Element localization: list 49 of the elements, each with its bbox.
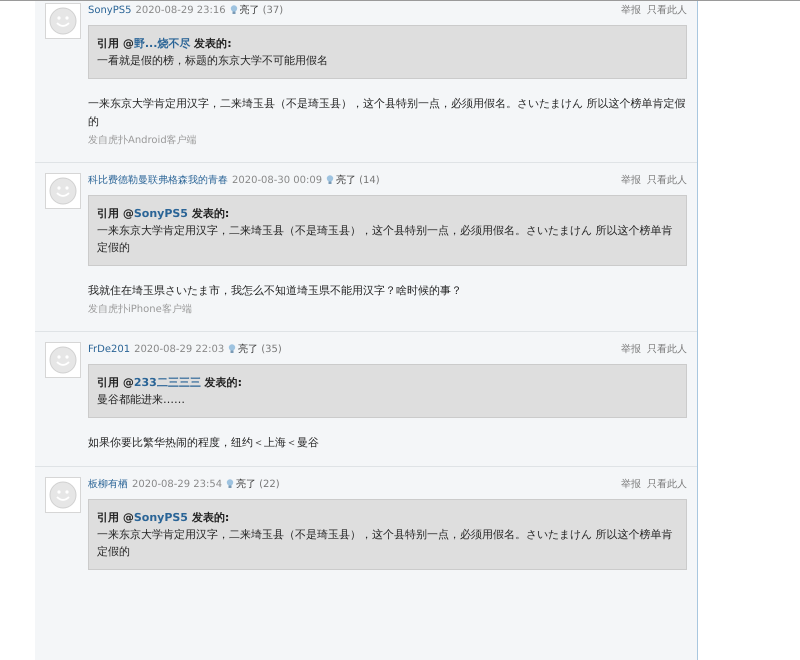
post-action-link[interactable]: 举报 — [621, 172, 641, 188]
quote-prefix: 引用 @ — [97, 376, 134, 389]
like-count: (35) — [261, 342, 282, 356]
post-action-link[interactable]: 举报 — [621, 342, 641, 356]
quoted-user-link[interactable]: SonyPS5 — [134, 207, 188, 220]
quote-suffix: 发表的: — [190, 511, 230, 524]
author-link[interactable]: 科比费德勒曼联弗格森我的青春 — [88, 172, 228, 188]
lightbulb-icon — [226, 479, 234, 489]
post-action-link[interactable]: 只看此人 — [647, 2, 687, 18]
post-source: 发自虎扑iPhone客户端 — [88, 302, 193, 317]
post-source: 发自虎扑Android客户端 — [88, 134, 198, 148]
author-link[interactable]: SonyPS5 — [88, 2, 132, 18]
quote-prefix: 引用 @ — [97, 511, 134, 524]
post-action-link[interactable]: 只看此人 — [647, 172, 687, 188]
post-time: 2020-08-29 22:03 — [134, 342, 224, 356]
like-count: (22) — [259, 478, 280, 492]
post-action-link[interactable]: 只看此人 — [647, 476, 687, 492]
post-action-link[interactable]: 举报 — [621, 476, 641, 492]
post-body: 如果你要比繁华热闹的程度，纽约＜上海＜曼谷 — [88, 435, 320, 451]
post-body: 一来东京大学肯定用汉字，二来埼玉县（不是琦玉县），这个县特别一点，必须用假名。さいたまけん 所以这个榜单肯定假的 — [88, 96, 686, 130]
quote-text: 一来东京大学肯定用汉字，二来埼玉县（不是琦玉县），这个县特别一点，必须用假名。さいたまけん 所以这个榜单肯定假的 — [97, 527, 674, 560]
author-link[interactable]: 板柳有栖 — [88, 476, 128, 492]
lightbulb-icon — [326, 175, 334, 185]
quote-prefix: 引用 @ — [97, 37, 134, 50]
quote-text: 一看就是假的榜，标题的东京大学不可能用假名 — [97, 53, 329, 69]
lightbulb-icon — [230, 5, 238, 15]
quoted-user-link[interactable]: 233二三三三 — [134, 376, 201, 389]
quote-suffix: 发表的: — [192, 37, 232, 50]
post-time: 2020-08-30 00:09 — [232, 174, 322, 188]
like-count: (14) — [359, 174, 380, 188]
quote-prefix: 引用 @ — [97, 207, 134, 220]
post-action-link[interactable]: 举报 — [621, 2, 641, 18]
like-count: (37) — [262, 4, 284, 18]
quote-suffix: 发表的: — [203, 376, 242, 389]
like-button[interactable]: 亮了 — [238, 342, 258, 356]
author-link[interactable]: FrDe201 — [88, 342, 130, 356]
post-time: 2020-08-29 23:54 — [132, 478, 222, 492]
quoted-user-link[interactable]: SonyPS5 — [134, 511, 188, 524]
post-time: 2020-08-29 23:16 — [135, 4, 226, 18]
like-button[interactable]: 亮了 — [336, 172, 356, 188]
quote-text: 曼谷都能进来…… — [97, 392, 186, 408]
post-action-link[interactable]: 只看此人 — [647, 342, 687, 356]
post-body: 我就住在埼玉県さいたま市，我怎么不知道埼玉県不能用汉字？啥时候的事？ — [88, 283, 463, 299]
quoted-user-link[interactable]: 野...烧不尽 — [134, 37, 190, 50]
like-button[interactable]: 亮了 — [236, 476, 256, 492]
like-button[interactable]: 亮了 — [240, 2, 260, 18]
quote-text: 一来东京大学肯定用汉字，二来埼玉县（不是琦玉县），这个县特别一点，必须用假名。さいたまけん 所以这个榜单肯定假的 — [97, 223, 674, 256]
lightbulb-icon — [228, 344, 236, 354]
quote-suffix: 发表的: — [190, 207, 230, 220]
